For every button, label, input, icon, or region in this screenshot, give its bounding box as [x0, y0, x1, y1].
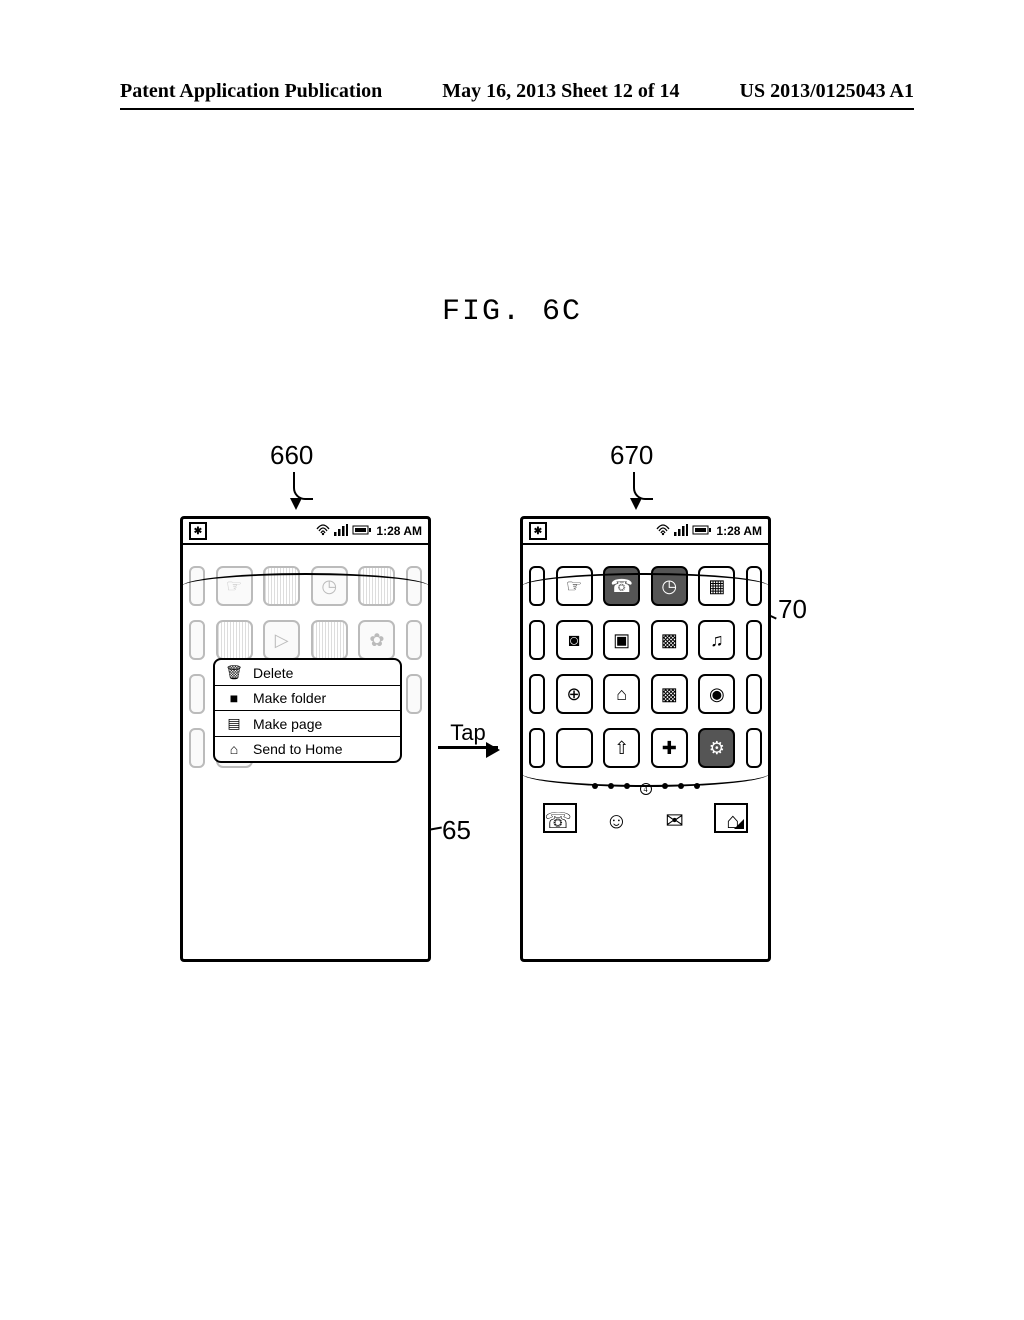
battery-icon	[352, 524, 372, 538]
callout-670: 670	[610, 440, 653, 471]
app-gallery-icon[interactable]: ▩	[651, 620, 688, 660]
ctx-item-label: Delete	[253, 665, 293, 681]
pub-center: May 16, 2013 Sheet 12 of 14	[442, 80, 679, 103]
ctx-make-page[interactable]: ▤ Make page	[215, 710, 400, 736]
app-camera-icon[interactable]: ◙	[556, 620, 593, 660]
ctx-item-label: Make page	[253, 716, 322, 732]
app-icon[interactable]: ✿	[358, 620, 395, 660]
lead-arrow	[290, 498, 302, 510]
pub-right: US 2013/0125043 A1	[740, 80, 914, 103]
figure-title: FIG. 6C	[0, 295, 1024, 329]
phone-right: ✱ 1:28 AM ☞ ☎ ◷ ▦	[520, 516, 771, 962]
app-disc-icon[interactable]: ◉	[698, 674, 735, 714]
home-icon: ⌂	[225, 741, 243, 757]
app-icon[interactable]	[406, 620, 422, 660]
app-market-icon[interactable]: ⌂	[603, 674, 640, 714]
phone-left: ✱ 1:28 AM ☞ ◷	[180, 516, 431, 962]
signal-icon	[674, 524, 688, 539]
bluetooth-icon: ✱	[189, 522, 207, 540]
app-icon[interactable]	[746, 728, 762, 768]
ctx-make-folder[interactable]: ■ Make folder	[215, 685, 400, 710]
tap-gesture: Tap	[438, 720, 498, 749]
app-icon[interactable]	[529, 674, 545, 714]
callout-660: 660	[270, 440, 313, 471]
app-empty-slot[interactable]	[556, 728, 593, 768]
app-icon[interactable]	[189, 674, 205, 714]
clock-time: 1:28 AM	[376, 524, 422, 538]
app-share-icon[interactable]: ⇧	[603, 728, 640, 768]
app-icon[interactable]	[529, 728, 545, 768]
status-bar: ✱ 1:28 AM	[523, 519, 768, 545]
app-icon[interactable]: ▷	[263, 620, 300, 660]
folder-slot[interactable]	[714, 803, 748, 833]
signal-icon	[334, 524, 348, 539]
folder-slot[interactable]	[543, 803, 577, 833]
lead-hook	[633, 472, 653, 500]
header-rule	[120, 108, 914, 110]
app-icon[interactable]	[189, 620, 205, 660]
folder-icon: ■	[225, 690, 243, 706]
callout-65: 65	[442, 815, 471, 846]
lead-hook	[293, 472, 313, 500]
clock-time: 1:28 AM	[716, 524, 762, 538]
app-icon[interactable]	[406, 674, 422, 714]
trash-icon: 🗑	[225, 664, 243, 681]
page-icon: ▤	[225, 715, 243, 732]
tap-label: Tap	[450, 720, 485, 746]
app-icon[interactable]	[529, 620, 545, 660]
app-globe-icon[interactable]: ⊕	[556, 674, 593, 714]
context-menu: 🗑 Delete ■ Make folder ▤ Make page ⌂ Sen…	[213, 658, 402, 763]
app-icon[interactable]	[746, 674, 762, 714]
wifi-icon	[656, 524, 670, 539]
app-icon[interactable]	[311, 620, 348, 660]
app-settings-icon[interactable]: ⚙	[698, 728, 735, 768]
status-bar: ✱ 1:28 AM	[183, 519, 428, 545]
app-video-icon[interactable]: ▣	[603, 620, 640, 660]
callout-70: 70	[778, 594, 807, 625]
ctx-delete[interactable]: 🗑 Delete	[215, 660, 400, 685]
ctx-send-home[interactable]: ⌂ Send to Home	[215, 736, 400, 761]
battery-icon	[692, 524, 712, 538]
app-music-icon[interactable]: ♫	[698, 620, 735, 660]
bluetooth-icon: ✱	[529, 522, 547, 540]
lead-arrow	[630, 498, 642, 510]
wifi-icon	[316, 524, 330, 539]
pub-left: Patent Application Publication	[120, 80, 382, 103]
ctx-item-label: Make folder	[253, 690, 326, 706]
app-icon[interactable]	[216, 620, 253, 660]
app-icon[interactable]	[189, 728, 205, 768]
app-icon[interactable]	[746, 620, 762, 660]
arrow-right-icon	[438, 746, 498, 749]
app-grid-icon[interactable]: ▩	[651, 674, 688, 714]
app-puzzle-icon[interactable]: ✚	[651, 728, 688, 768]
ctx-item-label: Send to Home	[253, 741, 343, 757]
